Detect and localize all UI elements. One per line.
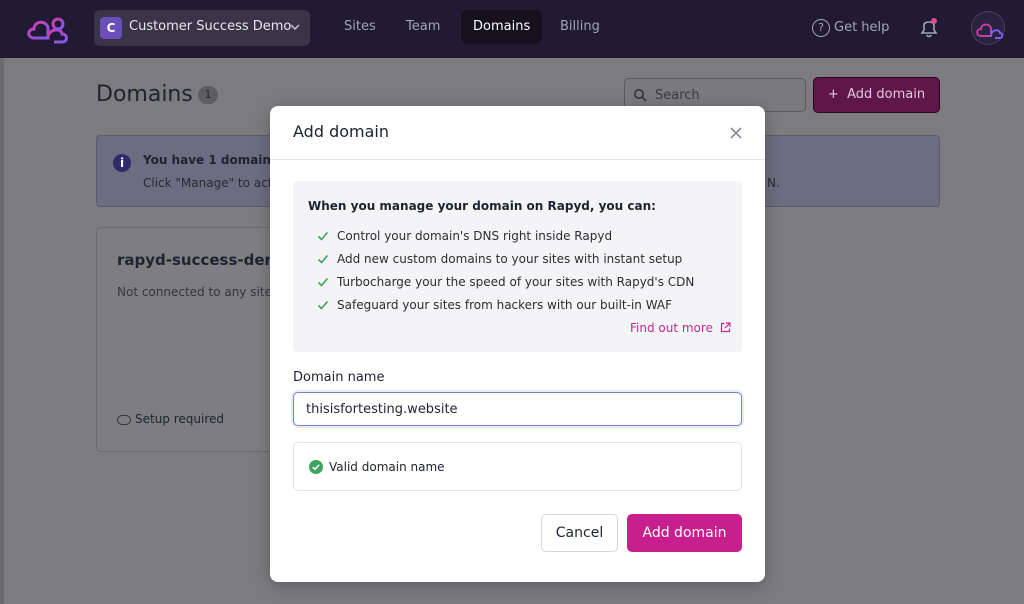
page-title: Domains (96, 82, 193, 107)
find-out-more-link[interactable]: Find out more (630, 321, 731, 335)
setup-status: Setup required (117, 412, 224, 426)
add-domain-button-label: Add domain (847, 87, 926, 102)
validation-message: Valid domain name (329, 460, 445, 474)
close-button[interactable] (725, 122, 747, 144)
features-panel: When you manage your domain on Rapyd, yo… (293, 181, 742, 352)
get-help-label: Get help (834, 20, 890, 35)
features-list: Control your domain's DNS right inside R… (317, 224, 694, 316)
find-out-more-label: Find out more (630, 321, 713, 335)
top-navbar: C Customer Success Demo Sites Team Domai… (0, 0, 1024, 58)
banner-line-2-tail: N. (767, 176, 780, 190)
modal-title: Add domain (293, 122, 389, 141)
nav-billing[interactable]: Billing (548, 10, 612, 44)
check-icon (317, 231, 329, 241)
feature-text: Control your domain's DNS right inside R… (337, 228, 613, 243)
check-circle-icon (309, 460, 323, 474)
banner-line-2: Click "Manage" to act (143, 176, 273, 190)
external-link-icon (720, 322, 731, 333)
domain-card-subtitle: Not connected to any sites (117, 285, 279, 299)
cloud-icon (117, 414, 131, 425)
search-icon (634, 89, 647, 102)
feature-text: Turbocharge your the speed of your sites… (337, 274, 695, 289)
rapyd-logo-icon[interactable] (24, 12, 74, 44)
feature-text: Add new custom domains to your sites wit… (337, 251, 683, 266)
avatar[interactable] (971, 11, 1005, 45)
org-initial-badge: C (100, 17, 122, 39)
check-icon (317, 277, 329, 287)
search-placeholder: Search (655, 88, 700, 103)
add-domain-modal: Add domain When you manage your domain o… (270, 106, 765, 582)
setup-status-label: Setup required (135, 412, 225, 426)
feature-text: Safeguard your sites from hackers with o… (337, 297, 673, 312)
features-heading: When you manage your domain on Rapyd, yo… (308, 199, 656, 213)
domain-name-label: Domain name (293, 370, 385, 385)
feature-item: Turbocharge your the speed of your sites… (317, 270, 694, 293)
domain-name-input[interactable] (293, 392, 742, 426)
feature-item: Safeguard your sites from hackers with o… (317, 293, 694, 316)
nav-domains[interactable]: Domains (461, 10, 543, 44)
feature-item: Add new custom domains to your sites wit… (317, 247, 694, 270)
cancel-button[interactable]: Cancel (541, 514, 618, 552)
add-domain-submit-button[interactable]: Add domain (627, 514, 742, 552)
check-icon (317, 300, 329, 310)
avatar-logo-icon (976, 23, 1004, 39)
nav-team[interactable]: Team (394, 10, 452, 44)
validation-box: Valid domain name (293, 442, 742, 491)
info-icon: i (113, 154, 131, 172)
banner-line-1: You have 1 domain th (143, 153, 290, 167)
bell-icon[interactable] (916, 15, 942, 41)
domain-card[interactable]: rapyd-success-demo Not connected to any … (96, 227, 296, 452)
help-icon: ? (812, 18, 830, 37)
add-domain-button[interactable]: + Add domain (813, 77, 940, 113)
domain-count-badge: 1 (198, 86, 218, 104)
close-icon (730, 127, 742, 139)
domain-card-title: rapyd-success-demo (117, 251, 291, 269)
page-edge (0, 58, 4, 604)
org-name: Customer Success Demo (129, 19, 292, 34)
feature-item: Control your domain's DNS right inside R… (317, 224, 694, 247)
organization-switcher[interactable]: C Customer Success Demo (94, 10, 310, 46)
get-help-link[interactable]: ? Get help (812, 16, 889, 40)
modal-header: Add domain (270, 106, 765, 160)
plus-icon: + (827, 87, 839, 102)
chevron-down-icon (290, 24, 300, 31)
nav-sites[interactable]: Sites (332, 10, 388, 44)
check-icon (317, 254, 329, 264)
